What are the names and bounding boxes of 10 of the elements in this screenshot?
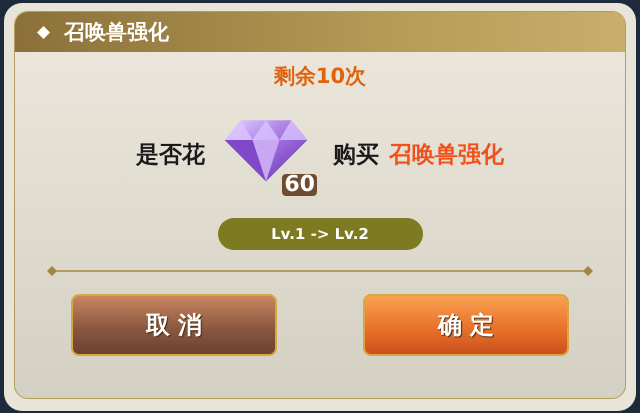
prompt-text: 是否花 xyxy=(136,140,205,170)
level-change-badge: Lv.1 -> Lv.2 xyxy=(218,218,422,250)
cancel-button[interactable]: 取 消 xyxy=(71,294,277,356)
confirm-button[interactable]: 确 定 xyxy=(363,294,569,356)
prompt-text: 购买 xyxy=(333,140,379,170)
item-name: 召唤兽强化 xyxy=(389,140,504,170)
dialog-title: 召唤兽强化 xyxy=(64,19,169,46)
gem-count: 60 xyxy=(282,174,317,196)
remaining-count: 剩余10次 xyxy=(274,63,366,90)
diamond-icon xyxy=(37,26,50,38)
